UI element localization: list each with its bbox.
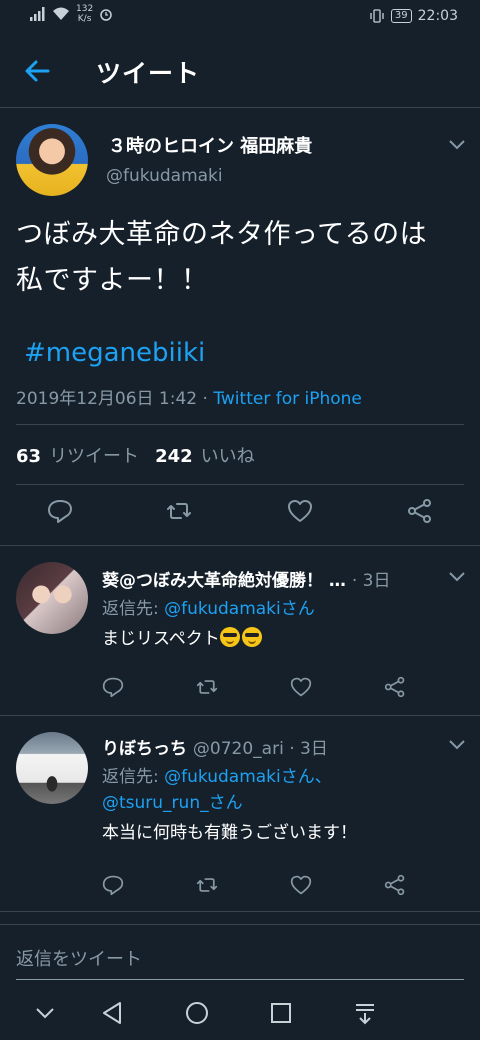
net-speed: 132 K/s [76, 4, 93, 24]
net-speed-unit: K/s [77, 14, 92, 24]
reply-input-underline [16, 979, 464, 980]
mention-link[interactable]: @tsuru_run_さん [102, 793, 243, 813]
alarm-icon [100, 9, 112, 21]
avatar[interactable] [16, 562, 88, 634]
share-icon[interactable] [407, 498, 433, 524]
replying-to-prefix: 返信先: [102, 599, 165, 619]
reply-actions [0, 676, 480, 716]
nav-home-icon[interactable] [184, 1000, 210, 1026]
system-nav-bar [0, 988, 480, 1040]
avatar[interactable] [16, 732, 88, 804]
tweet-text-line: 私ですよー！！ [16, 265, 209, 296]
chevron-down-icon[interactable] [449, 740, 465, 750]
replying-to: 返信先: @fukudamakiさん [102, 594, 315, 619]
tweet-text-line: つぼみ大革命のネタ作ってるのは [16, 219, 428, 250]
like-icon[interactable] [290, 874, 312, 896]
retweet-stat[interactable]: 63 リツイート [16, 442, 139, 468]
like-icon[interactable] [290, 676, 312, 698]
retweet-icon[interactable] [196, 874, 218, 896]
reply-compose-bar[interactable]: 返信をツイート [0, 924, 480, 992]
reply-author-name[interactable]: りぼちっち @0720_ari · 3日 [102, 734, 328, 759]
wifi-icon [53, 7, 69, 20]
like-count: 242 [155, 446, 193, 467]
page-title: ツイート [96, 59, 201, 88]
tweet-actions [0, 498, 480, 538]
divider [16, 424, 464, 425]
like-label: いいね [200, 446, 255, 467]
mention-handle: @fukudamaki [164, 767, 281, 787]
tweet-stats: 63 リツイート 242 いいね [16, 442, 255, 468]
sunglasses-emoji-icon [219, 627, 240, 647]
mention-suffix: さん、 [280, 767, 332, 787]
reply-item[interactable]: りぼちっち @0720_ari · 3日 返信先: @fukudamakiさん、… [0, 716, 480, 912]
reply-icon[interactable] [47, 498, 73, 524]
reply-icon[interactable] [102, 874, 124, 896]
retweet-icon[interactable] [166, 498, 192, 524]
reply-text: 本当に何時も有難うございます！ [102, 823, 357, 843]
vibrate-icon [370, 9, 384, 23]
author-handle[interactable]: @fukudamaki [106, 166, 223, 186]
main-tweet: ３時のヒロイン 福田麻貴 @fukudamaki つぼみ大革命のネタ作ってるのは… [0, 108, 480, 546]
avatar[interactable] [16, 124, 88, 196]
like-stat[interactable]: 242 いいね [155, 442, 255, 468]
retweet-icon[interactable] [196, 676, 218, 698]
reply-author-name[interactable]: 葵@つぼみ大革命絶対優勝！ … · 3日 [102, 566, 390, 591]
hashtag-link[interactable]: #meganebiiki [24, 338, 205, 368]
share-icon[interactable] [384, 676, 406, 698]
app-header: ツイート [0, 34, 480, 108]
tweet-timestamp: 2019年12月06日 1:42 · [16, 389, 214, 409]
status-left: 132 K/s [30, 4, 113, 24]
share-icon[interactable] [384, 874, 406, 896]
mention-link[interactable]: @fukudamakiさん [164, 599, 315, 619]
tweet-meta: 2019年12月06日 1:42 · Twitter for iPhone [16, 384, 362, 409]
author-display-name[interactable]: ３時のヒロイン 福田麻貴 [108, 132, 312, 158]
chevron-down-icon[interactable] [32, 1000, 58, 1026]
replying-to-continued: @tsuru_run_さん [102, 788, 243, 813]
mention-handle: @tsuru_run_ [102, 793, 209, 813]
reply-text: まじリスペクト [102, 624, 264, 649]
mention-handle: @fukudamaki [164, 599, 281, 619]
net-speed-value: 132 [76, 4, 94, 14]
reply-time: · 3日 [351, 571, 391, 591]
chevron-down-icon[interactable] [449, 140, 465, 150]
reply-input[interactable]: 返信をツイート [16, 945, 142, 971]
status-bar: 132 K/s 39 22:03 [0, 0, 480, 34]
reply-text-content: まじリスペクト [102, 629, 220, 649]
battery-indicator: 39 [390, 9, 412, 23]
signal-icon [30, 7, 45, 21]
clock: 22:03 [417, 8, 458, 24]
mention-suffix: さん [280, 599, 315, 619]
nav-recents-icon[interactable] [268, 1000, 294, 1026]
reply-icon[interactable] [102, 676, 124, 698]
chevron-down-icon[interactable] [449, 572, 465, 582]
mention-link[interactable]: @fukudamakiさん、 [164, 767, 332, 787]
tweet-text: つぼみ大革命のネタ作ってるのは 私ですよー！！ [16, 212, 466, 304]
reply-actions [0, 874, 480, 914]
tweet-source-link[interactable]: Twitter for iPhone [213, 389, 362, 409]
retweet-count: 63 [16, 446, 42, 467]
status-right: 39 22:03 [369, 8, 458, 24]
sunglasses-emoji-icon [241, 627, 262, 647]
notification-shade-icon[interactable] [352, 1000, 378, 1026]
reply-name-text: 葵@つぼみ大革命絶対優勝！ … [102, 571, 346, 591]
replying-to: 返信先: @fukudamakiさん、 [102, 762, 332, 787]
mention-suffix: さん [208, 793, 243, 813]
nav-back-icon[interactable] [100, 1000, 126, 1026]
divider [16, 484, 464, 485]
back-arrow-icon[interactable] [24, 58, 50, 84]
retweet-label: リツイート [49, 446, 140, 467]
reply-name-text: りぼちっち [102, 739, 187, 759]
reply-handle-time: @0720_ari · 3日 [192, 739, 328, 759]
like-icon[interactable] [287, 498, 313, 524]
reply-item[interactable]: 葵@つぼみ大革命絶対優勝！ … · 3日 返信先: @fukudamakiさん … [0, 546, 480, 716]
replying-to-prefix: 返信先: [102, 767, 165, 787]
